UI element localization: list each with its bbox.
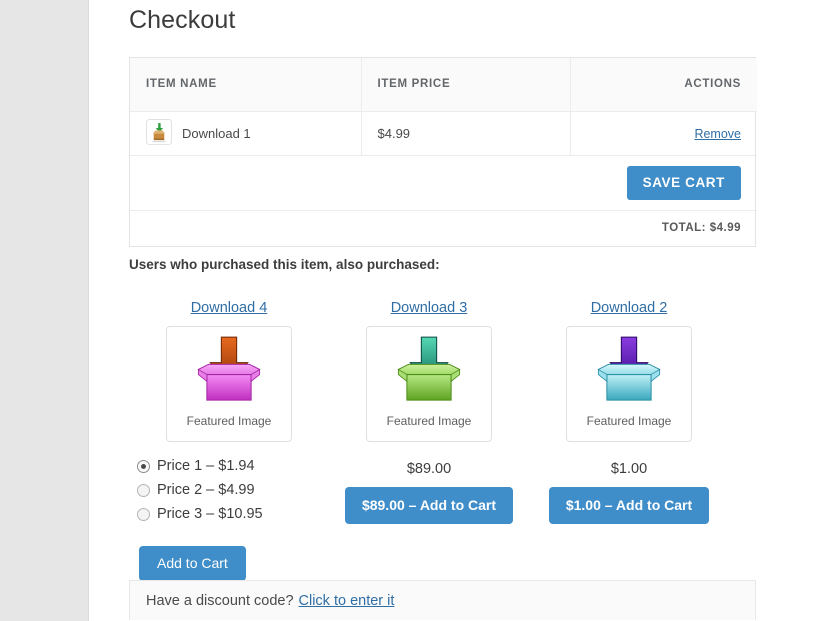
price-options-group: Price 1 – $1.94 Price 2 – $4.99 Price 3 … (137, 454, 263, 526)
cart-total-label: TOTAL: $4.99 (130, 210, 757, 246)
download-box-icon (186, 332, 272, 412)
discount-code-link[interactable]: Click to enter it (299, 593, 395, 609)
discount-code-bar: Have a discount code? Click to enter it (129, 580, 756, 620)
page-title: Checkout (129, 4, 235, 36)
cart-save-row: SAVE CART (130, 155, 757, 210)
thumbnail-caption: Featured Image (387, 414, 472, 428)
column-header-actions: ACTIONS (570, 58, 757, 111)
discount-prompt: Have a discount code? (146, 593, 294, 609)
table-row: Download 1 $4.99 Remove (130, 111, 757, 155)
page-content: Checkout ITEM NAME ITEM PRICE ACTIONS (90, 0, 814, 621)
price-option-2[interactable]: Price 2 – $4.99 (137, 478, 263, 502)
product-thumbnail[interactable]: Featured Image (366, 326, 492, 442)
download-box-icon (586, 332, 672, 412)
add-to-cart-button-download-2[interactable]: $1.00 – Add to Cart (549, 487, 709, 524)
column-header-item-price: ITEM PRICE (361, 58, 570, 111)
product-card-download-2: Download 2 (529, 300, 729, 581)
checkout-page: Checkout ITEM NAME ITEM PRICE ACTIONS (0, 0, 814, 621)
save-cart-button[interactable]: SAVE CART (627, 166, 741, 200)
price-option-3[interactable]: Price 3 – $10.95 (137, 502, 263, 526)
radio-icon-price-3[interactable] (137, 508, 150, 521)
cart-item-name: Download 1 (182, 126, 251, 141)
product-title-link[interactable]: Download 4 (191, 300, 268, 316)
price-option-label: Price 2 – $4.99 (157, 482, 255, 498)
column-header-item-name: ITEM NAME (130, 58, 361, 111)
product-card-download-4: Download 4 (129, 300, 329, 581)
product-thumbnail[interactable]: Featured Image (166, 326, 292, 442)
cart-total-row: TOTAL: $4.99 (130, 210, 757, 246)
download-box-icon (146, 119, 172, 148)
thumbnail-caption: Featured Image (587, 414, 672, 428)
product-price: $1.00 (611, 461, 647, 477)
thumbnail-caption: Featured Image (187, 414, 272, 428)
product-card-download-3: Download 3 (329, 300, 529, 581)
remove-link[interactable]: Remove (694, 127, 741, 141)
product-title-link[interactable]: Download 2 (591, 300, 668, 316)
price-option-label: Price 1 – $1.94 (157, 458, 255, 474)
price-option-1[interactable]: Price 1 – $1.94 (137, 454, 263, 478)
cart-table-header-row: ITEM NAME ITEM PRICE ACTIONS (130, 58, 757, 111)
product-price: $89.00 (407, 461, 451, 477)
radio-icon-price-1[interactable] (137, 460, 150, 473)
cart-item-actions-cell: Remove (570, 111, 757, 155)
crosssell-products: Download 4 (129, 300, 769, 581)
crosssell-heading: Users who purchased this item, also purc… (129, 257, 440, 272)
product-thumbnail[interactable]: Featured Image (566, 326, 692, 442)
radio-icon-price-2[interactable] (137, 484, 150, 497)
price-option-label: Price 3 – $10.95 (157, 506, 263, 522)
download-box-icon (386, 332, 472, 412)
cart-table: ITEM NAME ITEM PRICE ACTIONS (129, 57, 756, 247)
add-to-cart-button-download-3[interactable]: $89.00 – Add to Cart (345, 487, 513, 524)
cart-item-price: $4.99 (361, 111, 570, 155)
cart-item-name-cell: Download 1 (130, 111, 361, 155)
add-to-cart-button-download-4[interactable]: Add to Cart (139, 546, 246, 581)
left-gutter (0, 0, 89, 621)
cart-save-cell: SAVE CART (130, 155, 757, 210)
product-title-link[interactable]: Download 3 (391, 300, 468, 316)
